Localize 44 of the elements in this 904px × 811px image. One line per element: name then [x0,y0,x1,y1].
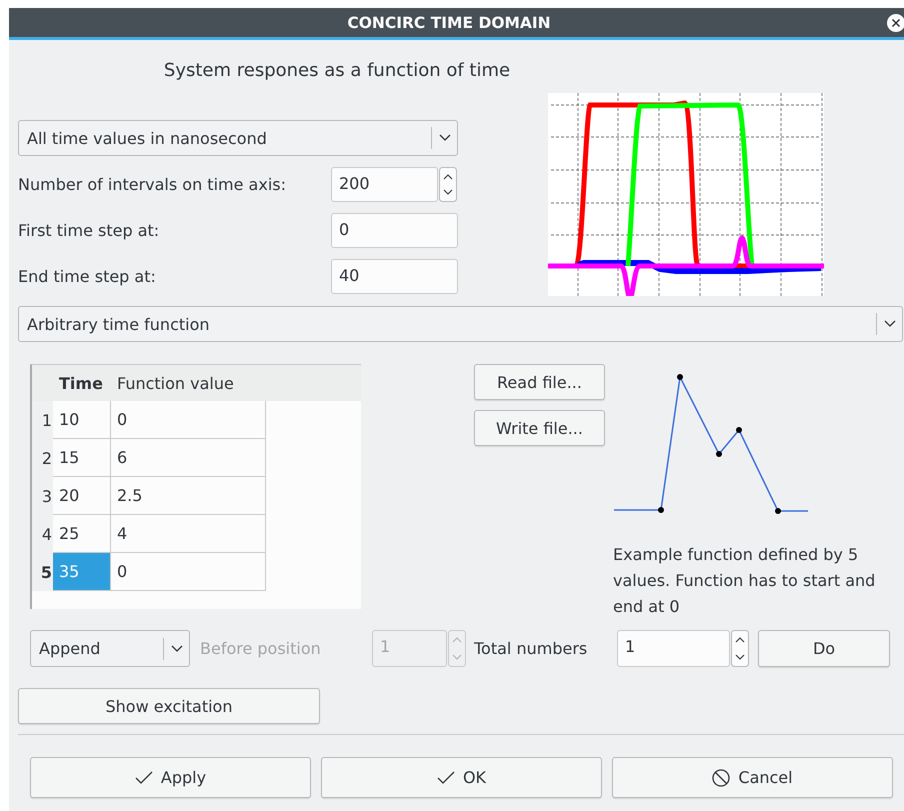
before-position-label: Before position [200,639,322,658]
dialog-heading: System respones as a function of time [162,59,512,83]
row-header[interactable]: 5 [32,553,53,591]
field-label: First time step at: [18,221,160,240]
table-cell[interactable]: 6 [111,439,266,477]
total-numbers-label: Total numbers [474,639,588,658]
function-type-dropdown[interactable]: Arbitrary time function [18,306,903,342]
time-unit-dropdown[interactable]: All time values in nanosecond [18,120,458,156]
table-cell[interactable]: 2.5 [111,477,266,515]
file-button[interactable]: Read file... [474,364,605,400]
cancel-icon [712,768,730,786]
table-cell[interactable]: 0 [111,553,266,591]
check-icon [134,770,153,784]
check-icon [436,770,455,784]
window-title: CONCIRC TIME DOMAIN [347,14,551,32]
column-header[interactable]: Function value [111,374,234,392]
table-cell[interactable]: 25 [53,515,111,553]
dialog-button[interactable]: OK [321,757,602,798]
chevron-down-icon [171,644,183,652]
field-label: End time step at: [18,267,157,286]
input-field[interactable]: 40 [331,259,458,294]
file-button[interactable]: Write file... [474,410,605,446]
input-field[interactable]: 0 [331,213,458,248]
field-label: Number of intervals on time axis: [18,175,287,194]
spin-arrows-icon[interactable] [439,167,457,202]
column-header[interactable]: Time [53,374,111,392]
row-header[interactable]: 2 [32,439,53,477]
chevron-down-icon [884,320,896,328]
table-cell[interactable]: 4 [111,515,266,553]
table-cell[interactable]: 20 [53,477,111,515]
table-cell[interactable]: 0 [111,401,266,439]
row-header[interactable]: 4 [32,515,53,553]
dialog-button[interactable]: Cancel [612,757,893,798]
example-caption: Example function defined by 5 values. Function has to start and end at 0 [613,544,876,618]
chevron-down-icon [439,134,451,142]
spin-field[interactable]: 200 [331,167,438,202]
table-cell[interactable]: 15 [53,439,111,477]
table-cell[interactable]: 10 [53,401,111,439]
row-header[interactable]: 1 [32,401,53,439]
row-header[interactable]: 3 [32,477,53,515]
show-excitation-button[interactable]: Show excitation [18,688,320,724]
spin-arrows-icon[interactable] [731,630,749,667]
dialog-button[interactable]: Apply [30,757,311,798]
close-icon[interactable] [886,13,904,33]
